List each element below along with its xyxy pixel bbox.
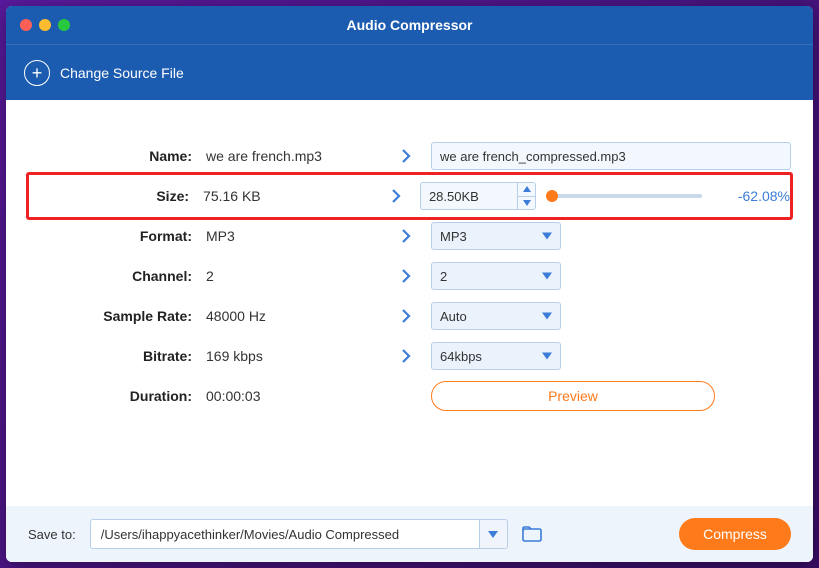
maximize-icon[interactable] <box>58 19 70 31</box>
chevron-down-icon <box>542 273 552 280</box>
chevron-down-icon <box>542 233 552 240</box>
label-channel: Channel: <box>26 268 206 284</box>
row-size: Size: 75.16 KB 28.50KB -62.08% <box>26 172 793 220</box>
name-original: we are french.mp3 <box>206 148 381 164</box>
save-to-label: Save to: <box>28 527 76 542</box>
label-bitrate: Bitrate: <box>26 348 206 364</box>
row-format: Format: MP3 MP3 <box>26 216 793 256</box>
bitrate-value: 64kbps <box>440 349 482 364</box>
close-icon[interactable] <box>20 19 32 31</box>
sample-rate-original: 48000 Hz <box>206 308 381 324</box>
size-original: 75.16 KB <box>203 188 372 204</box>
toolbar: + Change Source File <box>6 44 813 100</box>
chevron-right-icon <box>381 149 431 163</box>
row-sample-rate: Sample Rate: 48000 Hz Auto <box>26 296 793 336</box>
chevron-right-icon <box>372 189 420 203</box>
label-format: Format: <box>26 228 206 244</box>
channel-select[interactable]: 2 <box>431 262 561 290</box>
bitrate-select[interactable]: 64kbps <box>431 342 561 370</box>
format-value: MP3 <box>440 229 467 244</box>
size-slider[interactable] <box>552 194 702 198</box>
label-size: Size: <box>29 188 203 204</box>
label-name: Name: <box>26 148 206 164</box>
format-original: MP3 <box>206 228 381 244</box>
sample-rate-value: Auto <box>440 309 467 324</box>
preview-button[interactable]: Preview <box>431 381 715 411</box>
stepper-up-icon[interactable] <box>518 183 535 197</box>
chevron-right-icon <box>381 309 431 323</box>
minimize-icon[interactable] <box>39 19 51 31</box>
chevron-down-icon <box>542 353 552 360</box>
sample-rate-select[interactable]: Auto <box>431 302 561 330</box>
change-source-label: Change Source File <box>60 65 184 81</box>
format-select[interactable]: MP3 <box>431 222 561 250</box>
duration-value: 00:00:03 <box>206 388 381 404</box>
channel-original: 2 <box>206 268 381 284</box>
channel-value: 2 <box>440 269 447 284</box>
titlebar: Audio Compressor <box>6 6 813 44</box>
row-bitrate: Bitrate: 169 kbps 64kbps <box>26 336 793 376</box>
slider-thumb[interactable] <box>546 190 558 202</box>
open-folder-button[interactable] <box>520 522 544 546</box>
row-channel: Channel: 2 2 <box>26 256 793 296</box>
chevron-right-icon <box>381 269 431 283</box>
chevron-right-icon <box>381 229 431 243</box>
row-duration: Duration: 00:00:03 Preview <box>26 376 793 416</box>
bitrate-original: 169 kbps <box>206 348 381 364</box>
compress-button[interactable]: Compress <box>679 518 791 550</box>
save-path-dropdown[interactable] <box>480 519 508 549</box>
app-window: Audio Compressor + Change Source File Na… <box>6 6 813 562</box>
window-controls <box>20 19 70 31</box>
footer: Save to: Compress <box>6 506 813 562</box>
size-percent: -62.08% <box>720 188 790 204</box>
save-path-input[interactable] <box>90 519 480 549</box>
chevron-right-icon <box>381 349 431 363</box>
chevron-down-icon <box>542 313 552 320</box>
size-stepper[interactable]: 28.50KB <box>420 182 536 210</box>
window-title: Audio Compressor <box>6 17 813 33</box>
content-area: Name: we are french.mp3 Size: 75.16 KB 2… <box>6 100 813 506</box>
change-source-button[interactable]: + Change Source File <box>24 60 184 86</box>
size-output: 28.50KB <box>429 189 479 204</box>
label-sample-rate: Sample Rate: <box>26 308 206 324</box>
plus-circle-icon: + <box>24 60 50 86</box>
output-filename-input[interactable] <box>431 142 791 170</box>
row-name: Name: we are french.mp3 <box>26 136 793 176</box>
label-duration: Duration: <box>26 388 206 404</box>
save-path-wrap <box>90 519 508 549</box>
stepper-down-icon[interactable] <box>518 197 535 210</box>
size-slider-wrap: -62.08% <box>552 188 790 204</box>
